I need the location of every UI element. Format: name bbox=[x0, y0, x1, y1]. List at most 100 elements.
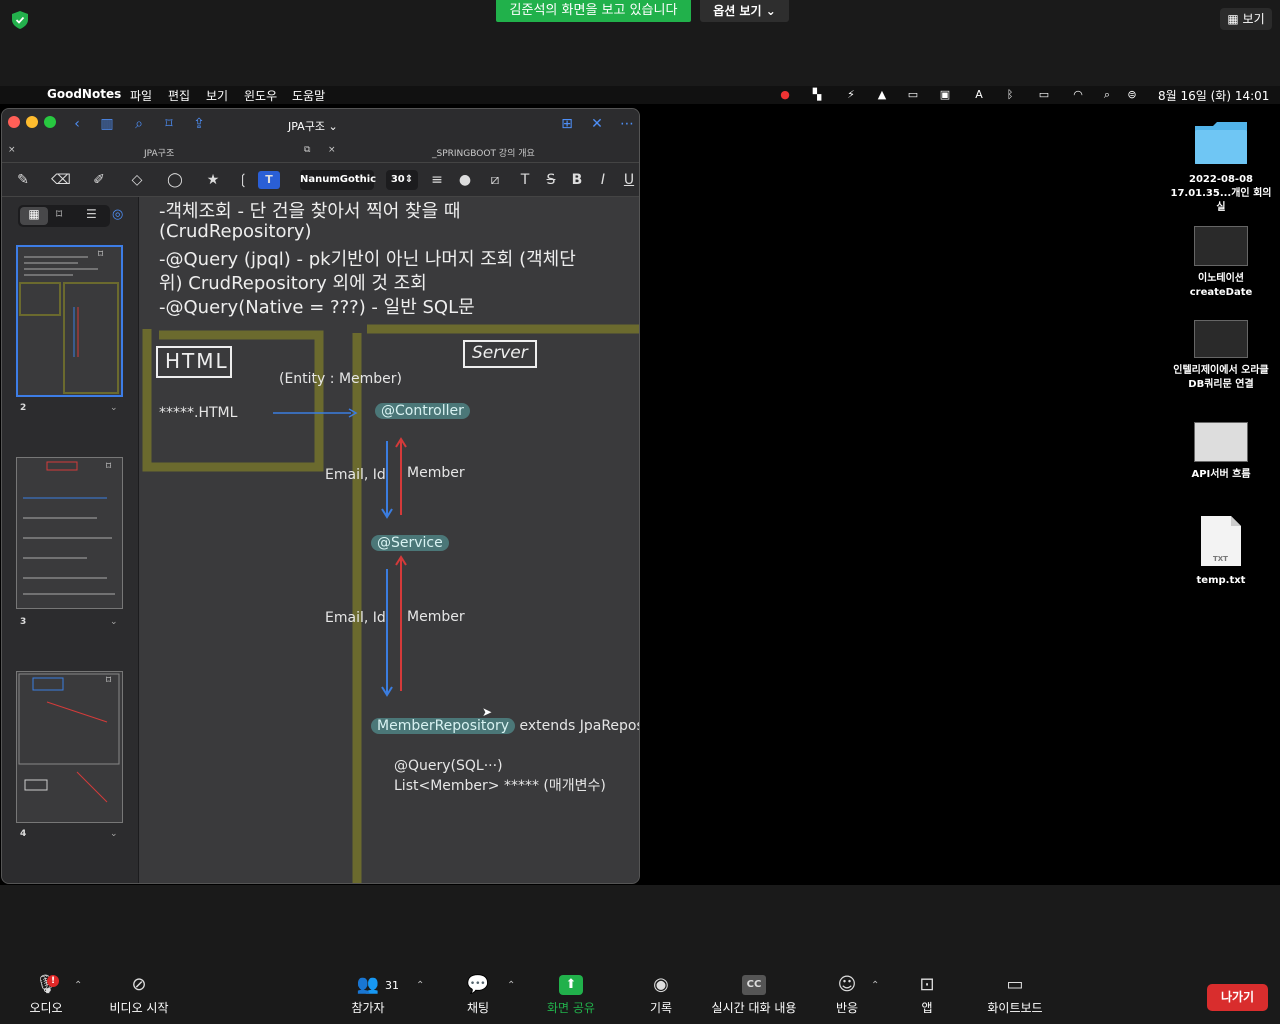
menu-edit[interactable]: 편집 bbox=[168, 87, 190, 104]
bold-icon[interactable]: B bbox=[566, 171, 588, 189]
bluetooth-icon[interactable]: ᛒ bbox=[1002, 88, 1018, 102]
close-window-button[interactable] bbox=[8, 116, 20, 128]
bolt-icon[interactable]: ⚡ bbox=[843, 88, 859, 102]
menu-app-name[interactable]: GoodNotes bbox=[47, 87, 121, 101]
close-tab-icon[interactable]: × bbox=[328, 145, 336, 155]
start-video-button[interactable]: ⊘ 비디오 시작 bbox=[104, 975, 174, 1016]
outline-icon[interactable]: ☰ bbox=[86, 207, 97, 221]
elements-icon[interactable]: ★ bbox=[202, 171, 224, 189]
zoom-status-icon[interactable]: ● bbox=[777, 88, 793, 102]
video-label: 비디오 시작 bbox=[109, 1001, 169, 1015]
desktop-item-screenshot[interactable]: 이노테이션 createDate bbox=[1166, 226, 1276, 300]
page-bookmark-icon[interactable]: ⌑ bbox=[98, 249, 103, 260]
chevron-down-icon[interactable]: ⌄ bbox=[110, 617, 118, 627]
sidebar-toggle-icon[interactable]: ▥ bbox=[96, 115, 118, 133]
pen-icon[interactable]: ✎ bbox=[12, 171, 34, 189]
page-bookmark-icon[interactable]: ⌑ bbox=[106, 461, 111, 472]
minimize-window-button[interactable] bbox=[26, 116, 38, 128]
text-tool-icon[interactable]: T bbox=[258, 171, 280, 189]
participants-options-chevron-icon[interactable]: ⌃ bbox=[416, 980, 424, 991]
select-pages-icon[interactable]: ◎ bbox=[112, 207, 123, 222]
more-icon[interactable]: ⋯ bbox=[616, 115, 638, 133]
page-preview-image bbox=[19, 256, 119, 394]
repository-label: MemberRepository extends JpaReposito bbox=[371, 718, 639, 734]
search-icon[interactable]: ⌕ bbox=[128, 115, 150, 133]
page-thumbnail[interactable] bbox=[16, 245, 123, 397]
search-icon[interactable]: ⌕ bbox=[1099, 88, 1115, 102]
input-source-icon[interactable]: A bbox=[971, 88, 987, 102]
view-button[interactable]: ▦ 보기 bbox=[1220, 8, 1272, 30]
share-screen-button[interactable]: ⬆ 화면 공유 bbox=[540, 975, 602, 1016]
layout-icon[interactable]: ▚ bbox=[809, 88, 825, 102]
desktop-item-folder[interactable]: 2022-08-08 17.01.35...개인 회의실 bbox=[1166, 118, 1276, 215]
whiteboard-button[interactable]: ▭ 화이트보드 bbox=[982, 975, 1048, 1016]
background-color-icon[interactable]: ⧄ bbox=[484, 171, 506, 189]
bookmark-icon[interactable]: ⌑ bbox=[158, 115, 180, 133]
document-title[interactable]: JPA구조 ⌄ bbox=[288, 118, 338, 134]
control-center-icon[interactable]: ⊜ bbox=[1124, 88, 1140, 102]
lasso-icon[interactable]: ◯ bbox=[164, 171, 186, 189]
desktop-item-screenshot[interactable]: 인텔리제이에서 오라클 DB쿼리문 연결 bbox=[1166, 320, 1276, 392]
reactions-button[interactable]: ☺ 반응 bbox=[828, 975, 866, 1016]
record-button[interactable]: ◉ 기록 bbox=[642, 975, 680, 1016]
drive-icon[interactable]: ▲ bbox=[874, 88, 890, 102]
txt-file-icon: TXT bbox=[1201, 516, 1241, 566]
chevron-down-icon[interactable]: ⌄ bbox=[110, 403, 118, 413]
share-icon[interactable]: ⇪ bbox=[188, 115, 210, 133]
leave-meeting-button[interactable]: 나가기 bbox=[1207, 984, 1268, 1011]
strikethrough-icon[interactable]: S bbox=[540, 171, 562, 189]
audio-button[interactable]: 🎙 오디오 bbox=[24, 975, 68, 1016]
menu-view[interactable]: 보기 bbox=[206, 87, 228, 104]
font-size-select[interactable]: 30⇕ bbox=[386, 170, 418, 190]
page-thumbnail[interactable] bbox=[16, 457, 123, 609]
reaction-icon: ☺ bbox=[837, 974, 857, 995]
text-style-icon[interactable]: T bbox=[514, 171, 536, 189]
text-color-icon[interactable]: ● bbox=[454, 171, 476, 189]
screenshot-icon bbox=[1194, 320, 1248, 358]
entity-label: (Entity : Member) bbox=[279, 371, 402, 387]
screen-mirror-icon[interactable]: ▣ bbox=[937, 88, 953, 102]
shapes-icon[interactable]: ◇ bbox=[126, 171, 148, 189]
chat-options-chevron-icon[interactable]: ⌃ bbox=[507, 980, 515, 991]
italic-icon[interactable]: I bbox=[592, 171, 614, 189]
note-canvas[interactable]: -객체조회 - 단 건을 찾아서 찍어 찾을 때 (CrudRepository… bbox=[139, 197, 639, 883]
back-icon[interactable]: ‹ bbox=[66, 115, 88, 133]
thumbnails-icon[interactable]: ▦ bbox=[20, 207, 48, 225]
note-line-3: -@Query (jpql) - pk기반이 아닌 나머지 조회 (객체단 bbox=[159, 249, 576, 270]
zoom-window-button[interactable] bbox=[44, 116, 56, 128]
apps-button[interactable]: ⊡ 앱 bbox=[910, 975, 944, 1016]
close-edit-icon[interactable]: ✕ bbox=[586, 115, 608, 133]
menu-file[interactable]: 파일 bbox=[130, 87, 152, 104]
menu-datetime[interactable]: 8월 16일 (화) 14:01 bbox=[1158, 87, 1269, 104]
member-label: Member bbox=[407, 609, 465, 625]
desktop-item-screenshot[interactable]: API서버 흐름 bbox=[1166, 422, 1276, 482]
desktop-item-label: 인텔리제이에서 오라클 DB쿼리문 연결 bbox=[1173, 365, 1269, 390]
page-bookmark-icon[interactable]: ⌑ bbox=[106, 675, 111, 686]
highlighter-icon[interactable]: ✐ bbox=[88, 171, 110, 189]
eraser-icon[interactable]: ⌫ bbox=[50, 171, 72, 189]
reactions-options-chevron-icon[interactable]: ⌃ bbox=[871, 980, 879, 991]
desktop-item-txt[interactable]: TXT temp.txt bbox=[1166, 514, 1276, 588]
add-page-icon[interactable]: ⊞ bbox=[556, 115, 578, 133]
audio-options-chevron-icon[interactable]: ⌃ bbox=[74, 980, 82, 991]
live-transcript-button[interactable]: CC 실시간 대화 내용 bbox=[706, 975, 802, 1016]
close-tab-icon[interactable]: × bbox=[8, 145, 16, 155]
tab-springboot[interactable]: _SPRINGBOOT 강의 개요 bbox=[432, 146, 535, 159]
view-options-button[interactable]: 옵션 보기 ⌄ bbox=[700, 0, 789, 22]
font-name-select[interactable]: NanumGothic bbox=[300, 170, 376, 190]
bookmarks-icon[interactable]: ⌑ bbox=[56, 207, 62, 221]
menu-help[interactable]: 도움말 bbox=[292, 87, 325, 104]
split-view-icon[interactable]: ⧉ bbox=[304, 145, 310, 155]
menu-window[interactable]: 윈도우 bbox=[244, 87, 277, 104]
align-icon[interactable]: ≡ bbox=[426, 171, 448, 189]
page-thumbnail[interactable] bbox=[16, 671, 123, 823]
display-icon[interactable]: ▭ bbox=[905, 88, 921, 102]
security-shield-icon[interactable] bbox=[12, 11, 28, 29]
wifi-icon[interactable]: ◠ bbox=[1070, 88, 1086, 102]
chat-button[interactable]: 💬 채팅 bbox=[458, 975, 498, 1016]
apps-icon: ⊡ bbox=[919, 974, 935, 995]
chevron-down-icon[interactable]: ⌄ bbox=[110, 829, 118, 839]
tab-jpa[interactable]: JPA구조 bbox=[144, 146, 174, 159]
battery-icon[interactable]: ▭ bbox=[1033, 88, 1055, 102]
underline-icon[interactable]: U bbox=[618, 171, 639, 189]
